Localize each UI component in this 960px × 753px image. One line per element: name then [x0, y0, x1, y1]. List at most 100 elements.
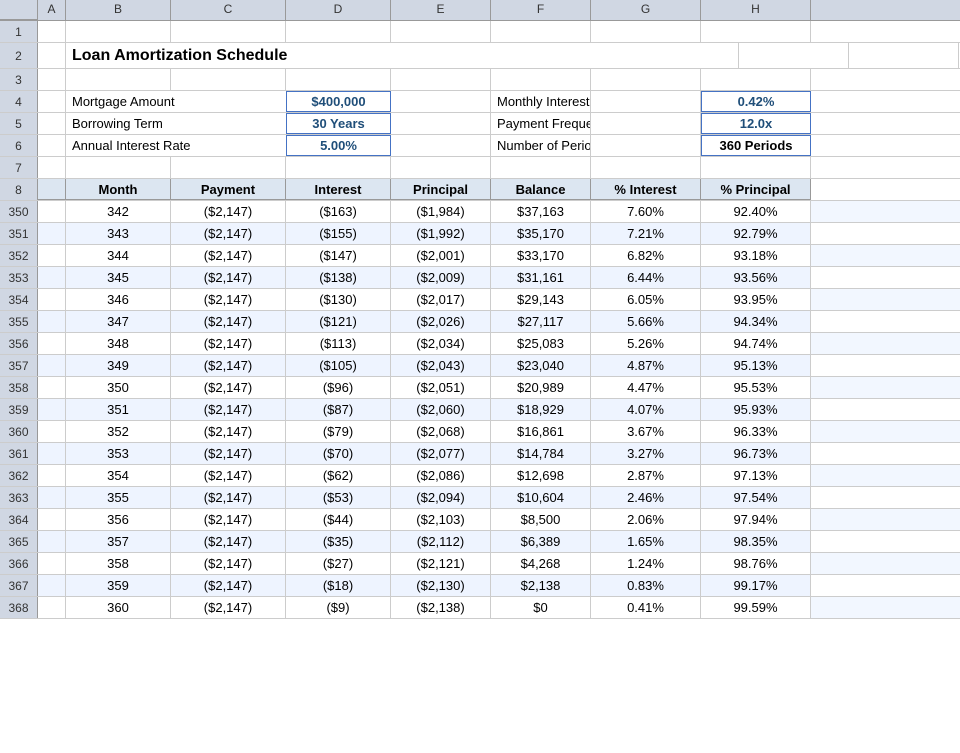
cell-month: 355: [66, 487, 171, 508]
borrowing-value[interactable]: 30 Years: [286, 113, 391, 134]
cell-1b: [66, 21, 171, 42]
cell-payment: ($2,147): [171, 377, 286, 398]
cell-4a: [38, 91, 66, 112]
rownum-3: 3: [0, 69, 38, 90]
cell-pct-principal: 94.74%: [701, 333, 811, 354]
cell-pct-principal: 98.76%: [701, 553, 811, 574]
row-2: 2 Loan Amortization Schedule: [0, 43, 960, 69]
cell-pct-principal: 92.79%: [701, 223, 811, 244]
cell-a: [38, 311, 66, 332]
periods-label: Number of Periods: [491, 135, 591, 156]
cell-7f: [491, 157, 591, 178]
rownum: 362: [0, 465, 38, 486]
cell-pct-interest: 7.60%: [591, 201, 701, 222]
rownum: 350: [0, 201, 38, 222]
frequency-value[interactable]: 12.0x: [701, 113, 811, 134]
rownum-2: 2: [0, 43, 38, 68]
cell-6e: [391, 135, 491, 156]
rownum: 351: [0, 223, 38, 244]
cell-principal: ($2,138): [391, 597, 491, 618]
cell-balance: $35,170: [491, 223, 591, 244]
cell-balance: $37,163: [491, 201, 591, 222]
cell-balance: $20,989: [491, 377, 591, 398]
row-6: 6 Annual Interest Rate 5.00% Number of P…: [0, 135, 960, 157]
cell-pct-interest: 0.83%: [591, 575, 701, 596]
cell-balance: $29,143: [491, 289, 591, 310]
cell-pct-principal: 95.93%: [701, 399, 811, 420]
cell-principal: ($2,086): [391, 465, 491, 486]
cell-month: 354: [66, 465, 171, 486]
cell-payment: ($2,147): [171, 487, 286, 508]
cell-pct-interest: 5.66%: [591, 311, 701, 332]
cell-3a: [38, 69, 66, 90]
cell-a: [38, 245, 66, 266]
cell-3g: [591, 69, 701, 90]
table-row: 361 353 ($2,147) ($70) ($2,077) $14,784 …: [0, 443, 960, 465]
rownum: 358: [0, 377, 38, 398]
cell-interest: ($163): [286, 201, 391, 222]
cell-pct-interest: 2.87%: [591, 465, 701, 486]
rownum: 356: [0, 333, 38, 354]
frequency-label: Payment Frequency: [491, 113, 591, 134]
cell-payment: ($2,147): [171, 509, 286, 530]
cell-balance: $2,138: [491, 575, 591, 596]
periods-value[interactable]: 360 Periods: [701, 135, 811, 156]
cell-balance: $12,698: [491, 465, 591, 486]
cell-3e: [391, 69, 491, 90]
cell-interest: ($44): [286, 509, 391, 530]
cell-a: [38, 597, 66, 618]
col-header-c: C: [171, 0, 286, 20]
cell-7g: [591, 157, 701, 178]
cell-6a: [38, 135, 66, 156]
monthly-value[interactable]: 0.42%: [701, 91, 811, 112]
cell-a: [38, 333, 66, 354]
cell-4g: [591, 91, 701, 112]
cell-5g: [591, 113, 701, 134]
table-row: 356 348 ($2,147) ($113) ($2,034) $25,083…: [0, 333, 960, 355]
cell-principal: ($2,121): [391, 553, 491, 574]
cell-month: 344: [66, 245, 171, 266]
cell-month: 357: [66, 531, 171, 552]
cell-principal: ($2,068): [391, 421, 491, 442]
cell-pct-interest: 6.44%: [591, 267, 701, 288]
cell-a: [38, 289, 66, 310]
mortgage-value[interactable]: $400,000: [286, 91, 391, 112]
annual-value[interactable]: 5.00%: [286, 135, 391, 156]
cell-3c: [171, 69, 286, 90]
cell-a: [38, 531, 66, 552]
cell-payment: ($2,147): [171, 399, 286, 420]
table-row: 358 350 ($2,147) ($96) ($2,051) $20,989 …: [0, 377, 960, 399]
cell-interest: ($130): [286, 289, 391, 310]
cell-pct-interest: 1.24%: [591, 553, 701, 574]
rownum: 363: [0, 487, 38, 508]
rownum-7: 7: [0, 157, 38, 178]
cell-interest: ($138): [286, 267, 391, 288]
cell-payment: ($2,147): [171, 465, 286, 486]
cell-principal: ($2,060): [391, 399, 491, 420]
cell-principal: ($2,026): [391, 311, 491, 332]
cell-pct-principal: 95.13%: [701, 355, 811, 376]
cell-interest: ($79): [286, 421, 391, 442]
cell-pct-principal: 98.35%: [701, 531, 811, 552]
rownum: 359: [0, 399, 38, 420]
cell-interest: ($70): [286, 443, 391, 464]
cell-a: [38, 465, 66, 486]
rownum-6: 6: [0, 135, 38, 156]
cell-pct-principal: 96.73%: [701, 443, 811, 464]
cell-balance: $16,861: [491, 421, 591, 442]
cell-interest: ($105): [286, 355, 391, 376]
cell-payment: ($2,147): [171, 245, 286, 266]
col-header-e: E: [391, 0, 491, 20]
cell-month: 347: [66, 311, 171, 332]
cell-pct-interest: 7.21%: [591, 223, 701, 244]
cell-month: 348: [66, 333, 171, 354]
cell-balance: $23,040: [491, 355, 591, 376]
cell-interest: ($53): [286, 487, 391, 508]
cell-balance: $25,083: [491, 333, 591, 354]
rownum: 353: [0, 267, 38, 288]
rownum: 360: [0, 421, 38, 442]
cell-interest: ($62): [286, 465, 391, 486]
cell-pct-principal: 97.13%: [701, 465, 811, 486]
cell-2h: [849, 43, 959, 68]
cell-1g: [591, 21, 701, 42]
